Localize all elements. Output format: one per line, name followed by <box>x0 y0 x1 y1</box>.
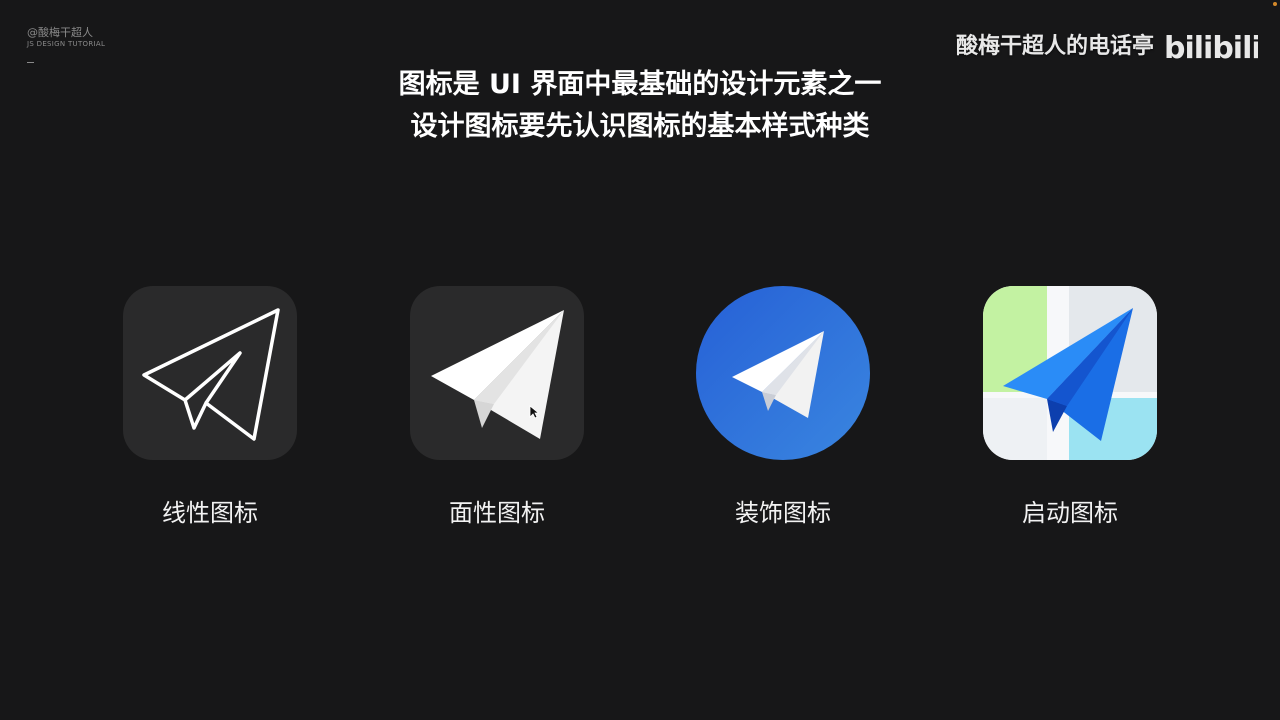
icon-card-outline: 线性图标 <box>123 286 297 527</box>
recording-dot <box>1273 2 1277 6</box>
icon-card-launcher: 启动图标 <box>983 286 1157 527</box>
slide: @酸梅干超人 JS DESIGN TUTORIAL 酸梅干超人的电话亭 bili… <box>0 0 1280 720</box>
channel-name: 酸梅干超人的电话亭 <box>955 34 1154 59</box>
brand-block: @酸梅干超人 JS DESIGN TUTORIAL <box>27 26 105 63</box>
bilibili-logo-text: bilibili <box>1164 31 1258 66</box>
icon-card-filled: 面性图标 <box>410 286 584 527</box>
icon-label-filled: 面性图标 <box>449 499 545 527</box>
icon-label-outline: 线性图标 <box>162 499 258 527</box>
icon-label-decorative: 装饰图标 <box>735 499 831 527</box>
paper-plane-decorative-icon <box>696 286 870 460</box>
brand-subtitle: JS DESIGN TUTORIAL <box>27 40 106 48</box>
mouse-cursor-icon <box>529 405 539 419</box>
icon-label-launcher: 启动图标 <box>1022 499 1118 527</box>
headline-line-1: 图标是 UI 界面中最基础的设计元素之一 <box>398 69 882 100</box>
paper-plane-launcher-icon <box>983 286 1157 460</box>
headline: 图标是 UI 界面中最基础的设计元素之一 设计图标要先认识图标的基本样式种类 <box>0 64 1280 148</box>
watermark: 酸梅干超人的电话亭 bilibili <box>956 22 1258 66</box>
brand-name: @酸梅干超人 <box>27 26 93 39</box>
headline-line-2: 设计图标要先认识图标的基本样式种类 <box>410 111 870 142</box>
paper-plane-filled-icon <box>410 286 584 460</box>
paper-plane-outline-icon <box>123 286 297 460</box>
icon-card-decorative: 装饰图标 <box>696 286 870 527</box>
brand-divider <box>27 62 34 63</box>
bilibili-logo-icon: bilibili <box>1164 31 1258 66</box>
